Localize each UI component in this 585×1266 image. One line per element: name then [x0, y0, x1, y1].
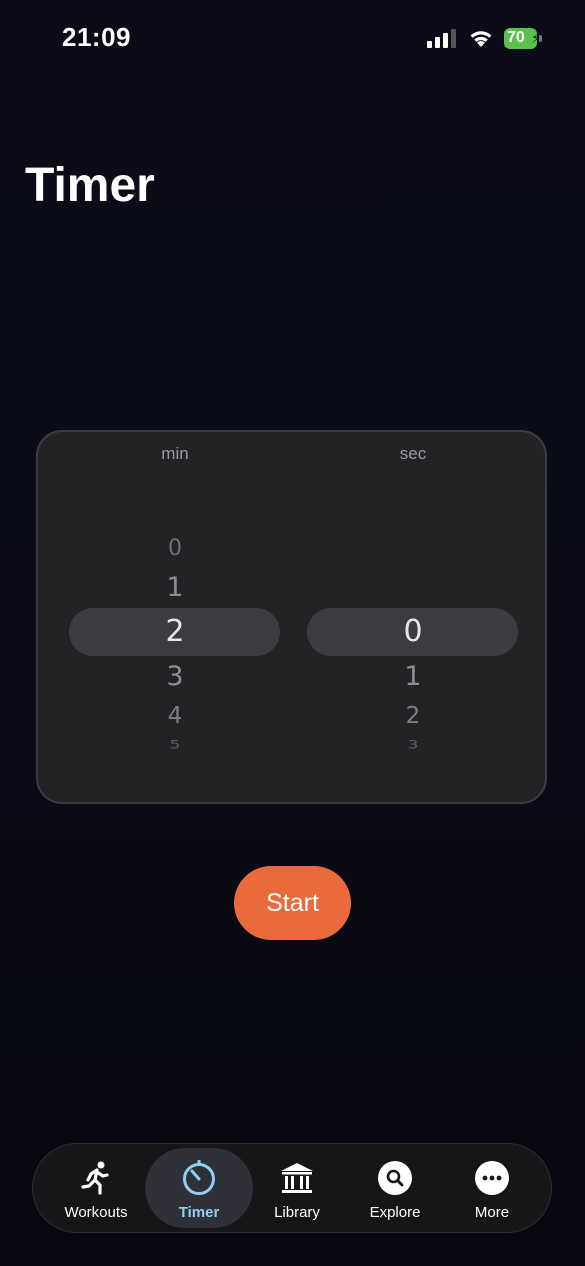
status-time: 21:09 — [62, 22, 131, 52]
cellular-signal-icon — [427, 29, 456, 48]
second-option[interactable]: 3 — [353, 738, 473, 752]
tab-timer[interactable]: Timer — [145, 1148, 253, 1228]
second-option[interactable]: 2 — [353, 703, 473, 729]
minute-option[interactable]: 5 — [115, 738, 235, 752]
stopwatch-icon — [183, 1160, 215, 1195]
tab-library[interactable]: Library — [248, 1148, 346, 1228]
wifi-icon — [470, 31, 492, 47]
second-option[interactable]: 1 — [353, 661, 473, 692]
start-button[interactable]: Start — [234, 866, 351, 940]
minute-option[interactable]: 3 — [115, 661, 235, 692]
tab-label: Workouts — [64, 1204, 128, 1221]
tab-label: Explore — [369, 1204, 421, 1221]
battery-level: 70 — [507, 29, 525, 46]
more-icon — [475, 1161, 509, 1195]
runner-icon — [81, 1161, 109, 1195]
library-icon — [281, 1163, 313, 1193]
status-bar: 21:09 70 ⚡ — [0, 0, 585, 80]
minute-option-selected[interactable]: 2 — [115, 614, 235, 649]
tab-label: Library — [274, 1204, 320, 1221]
search-icon — [378, 1161, 412, 1195]
tab-label: More — [474, 1204, 510, 1221]
tab-more[interactable]: More — [443, 1148, 541, 1228]
time-picker: min sec 0 1 2 3 4 5 0 1 2 3 — [36, 430, 547, 804]
minute-option[interactable]: 4 — [115, 703, 235, 729]
tab-bar: Workouts Timer Library Explore More — [32, 1143, 552, 1233]
minute-option[interactable]: 1 — [115, 572, 235, 603]
minute-option[interactable]: 0 — [115, 536, 235, 561]
battery-indicator: 70 ⚡ — [504, 28, 544, 49]
tab-label: Timer — [178, 1204, 220, 1221]
seconds-label: sec — [399, 444, 427, 463]
page-title: Timer — [25, 159, 155, 212]
tab-explore[interactable]: Explore — [346, 1148, 444, 1228]
tab-workouts[interactable]: Workouts — [47, 1148, 145, 1228]
second-option-selected[interactable]: 0 — [353, 614, 473, 649]
minutes-label: min — [161, 444, 189, 463]
